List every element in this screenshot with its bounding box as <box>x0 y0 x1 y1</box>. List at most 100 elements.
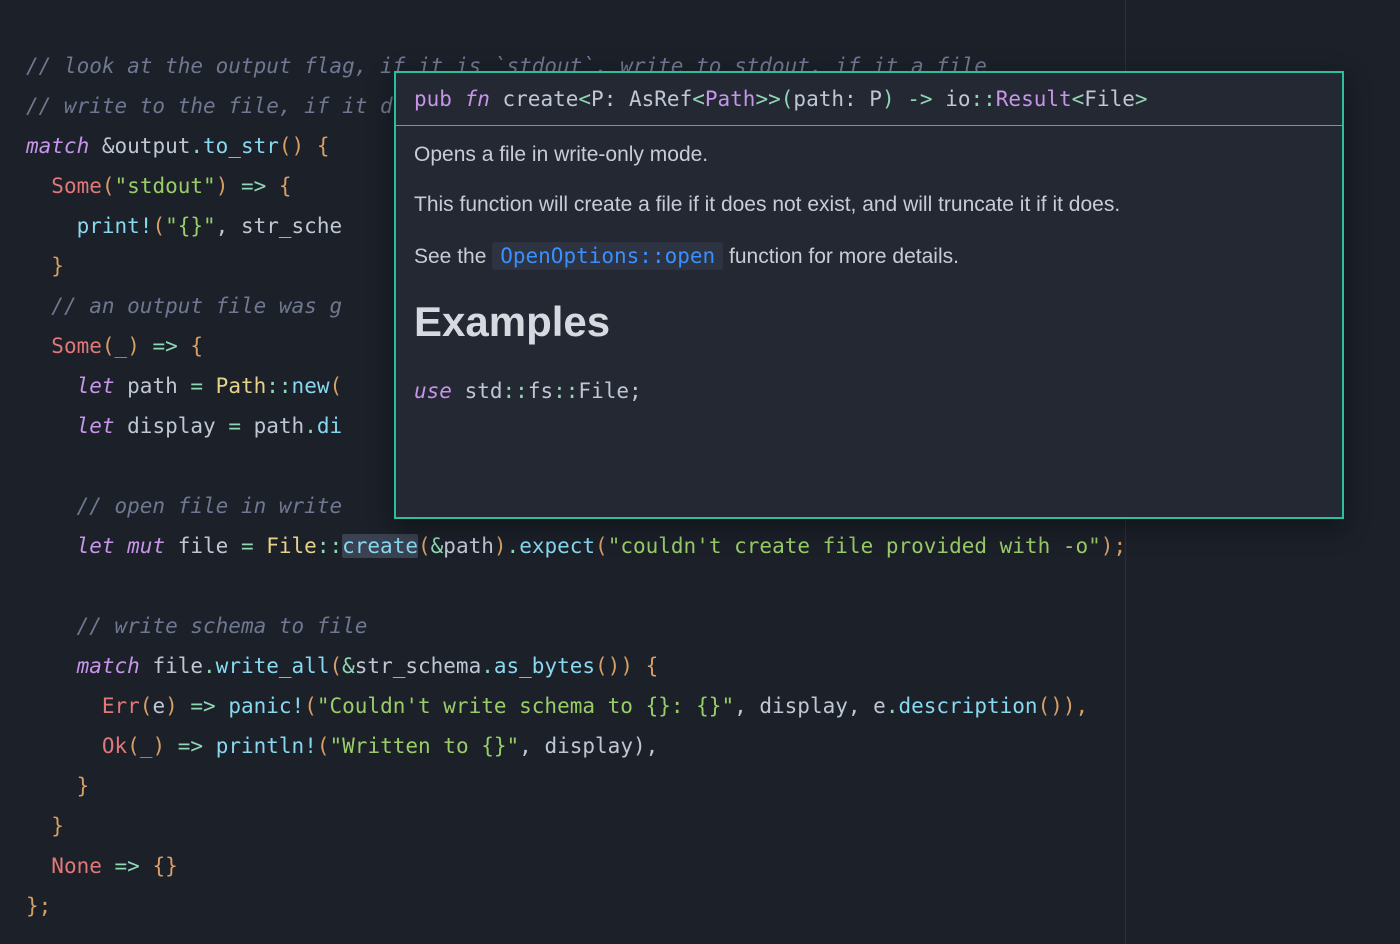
code-paren: ) <box>165 694 178 718</box>
code-paren: ( <box>140 694 153 718</box>
code-paren: ( <box>329 654 342 678</box>
code-ident: e <box>152 694 165 718</box>
code-enum: Err <box>102 694 140 718</box>
code-keyword: match <box>77 654 140 678</box>
code-method: as_bytes <box>494 654 595 678</box>
code-paren: ( <box>304 694 317 718</box>
sig-typeparam: P <box>869 87 882 111</box>
code-ident: output <box>115 134 191 158</box>
sig-fn: fn <box>465 87 490 111</box>
code-ident: path <box>241 414 304 438</box>
code-punc: . <box>507 534 520 558</box>
sig-arg: path <box>793 87 844 111</box>
hover-doc-popup[interactable]: pub fn create<P: AsRef<Path>>(path: P) -… <box>394 71 1344 519</box>
code-brace: { <box>279 174 292 198</box>
code-paren: ( <box>317 734 330 758</box>
code-dcolon: :: <box>266 374 291 398</box>
code-ident: path <box>115 374 191 398</box>
codeblock-path: File; <box>578 379 641 403</box>
codeblock-path: std <box>465 379 503 403</box>
code-keyword: let <box>77 414 115 438</box>
code-paren: ( <box>418 534 431 558</box>
sig-paren: ) <box>882 87 895 111</box>
code-string: "Couldn't write schema to {}: {}" <box>317 694 734 718</box>
code-paren: ()), <box>1038 694 1089 718</box>
code-type: File <box>254 534 317 558</box>
code-paren: ( <box>329 374 342 398</box>
hover-codeblock: use std::fs::File; <box>414 371 1324 411</box>
code-string: "stdout" <box>115 174 216 198</box>
code-paren: ( <box>152 214 165 238</box>
code-paren: ()) { <box>595 654 658 678</box>
code-text: , display, <box>734 694 873 718</box>
code-paren: ) <box>127 334 140 358</box>
code-call-highlighted[interactable]: create <box>342 534 418 558</box>
code-comment: // an output file was g <box>51 294 342 318</box>
code-brace: } <box>77 774 90 798</box>
code-ident: display <box>115 414 229 438</box>
code-enum: Some <box>51 174 102 198</box>
code-ident: file <box>165 534 241 558</box>
code-punc: . <box>886 694 899 718</box>
code-enum: Ok <box>102 734 127 758</box>
code-punc: . <box>304 414 317 438</box>
code-text: & <box>89 134 114 158</box>
sig-paren: ( <box>781 87 794 111</box>
code-paren: ( <box>102 174 115 198</box>
code-method: to_str <box>203 134 279 158</box>
sig-trait: AsRef <box>629 87 692 111</box>
code-paren: ) <box>494 534 507 558</box>
sig-angle: > <box>768 87 781 111</box>
code-ident: str_sche <box>241 214 342 238</box>
code-brace: { <box>190 334 203 358</box>
sig-angle: < <box>692 87 705 111</box>
code-macro: print! <box>77 214 153 238</box>
sig-typeparam: P <box>591 87 604 111</box>
code-brace: {} <box>152 854 177 878</box>
code-paren: ( <box>127 734 140 758</box>
code-underscore: _ <box>140 734 153 758</box>
codeblock-dcolon: :: <box>553 379 578 403</box>
code-dcolon: :: <box>317 534 342 558</box>
code-brace: }; <box>26 894 51 918</box>
hover-body[interactable]: Opens a file in write-only mode. This fu… <box>396 126 1342 411</box>
code-op: = <box>190 374 203 398</box>
code-ident: file <box>140 654 203 678</box>
sig-arrow: -> <box>895 87 946 111</box>
code-ident: path <box>443 534 494 558</box>
code-keyword: mut <box>115 534 166 558</box>
code-string: "{}" <box>165 214 216 238</box>
code-paren: ( <box>102 334 115 358</box>
code-paren: ) <box>152 734 165 758</box>
code-op: = <box>228 414 241 438</box>
hover-text: function for more details. <box>723 245 959 268</box>
code-ident: str_schema <box>355 654 481 678</box>
code-paren: () { <box>279 134 330 158</box>
code-punc: . <box>481 654 494 678</box>
code-text: , <box>216 214 241 238</box>
sig-angle: < <box>578 87 591 111</box>
sig-type: Path <box>705 87 756 111</box>
code-arrow: => <box>228 174 279 198</box>
code-brace: } <box>51 814 64 838</box>
code-paren: ); <box>1101 534 1126 558</box>
sig-type: Result <box>996 87 1072 111</box>
code-call: new <box>292 374 330 398</box>
code-ident: e <box>873 694 886 718</box>
code-punc: . <box>203 654 216 678</box>
code-type: Path <box>203 374 266 398</box>
code-method: write_all <box>216 654 330 678</box>
sig-angle: > <box>755 87 768 111</box>
code-macro: panic! <box>228 694 304 718</box>
code-keyword: let <box>77 374 115 398</box>
code-text: , display), <box>519 734 658 758</box>
code-keyword: let <box>77 534 115 558</box>
hover-inline-code-link[interactable]: OpenOptions::open <box>492 242 723 270</box>
code-method: description <box>898 694 1037 718</box>
sig-angle: < <box>1072 87 1085 111</box>
sig-dcolon: :: <box>970 87 995 111</box>
hover-paragraph: This function will create a file if it d… <box>414 190 1324 220</box>
code-keyword: match <box>26 134 89 158</box>
code-comment: // open file in write <box>77 494 343 518</box>
code-op: = <box>241 534 254 558</box>
